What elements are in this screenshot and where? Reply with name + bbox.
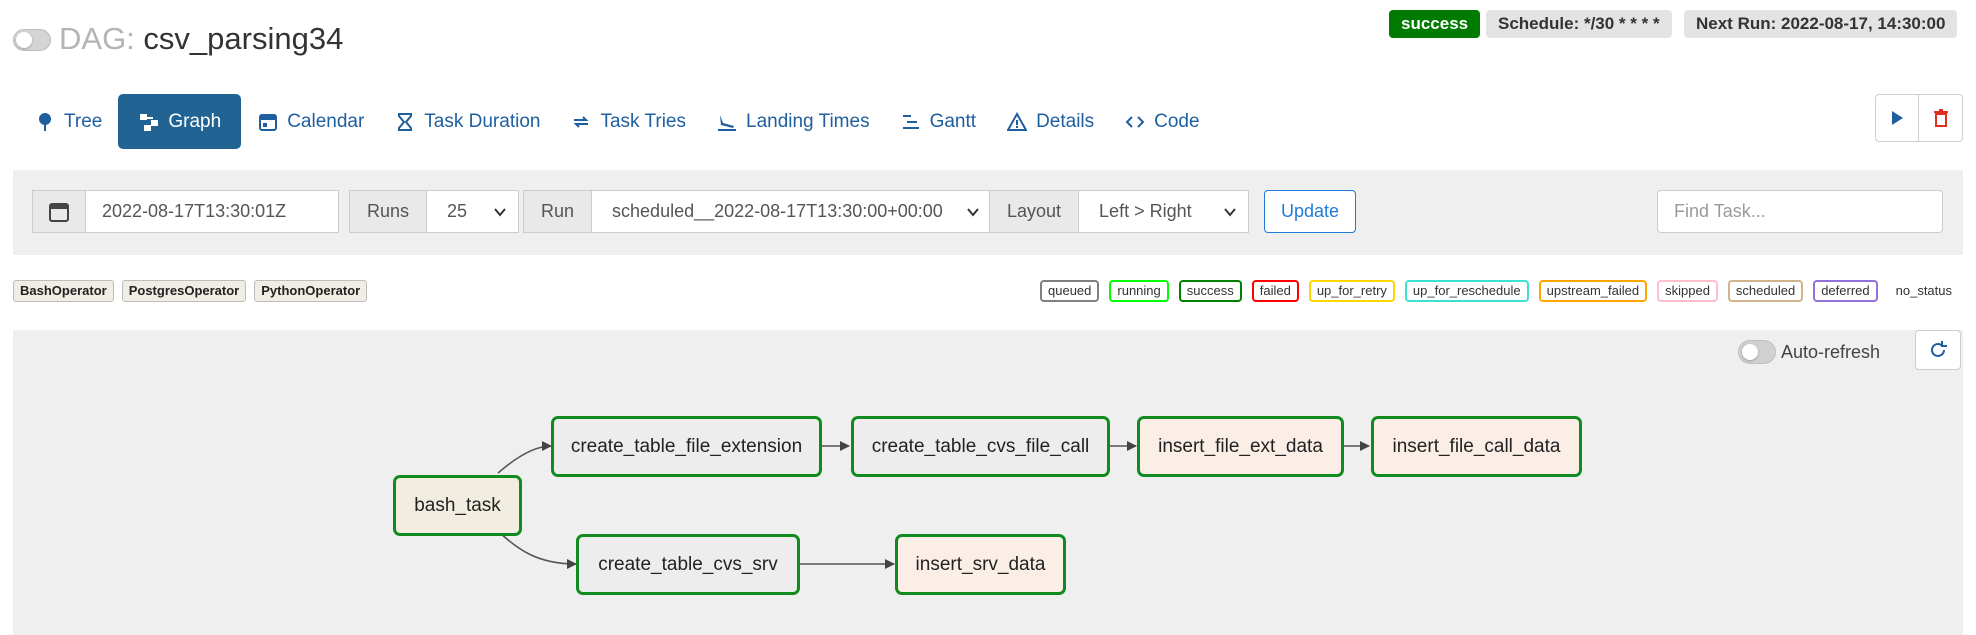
runs-value: 25 — [447, 201, 468, 221]
run-select[interactable]: scheduled__2022-08-17T13:30:00+00:00 — [592, 190, 993, 233]
tab-graph[interactable]: Graph — [118, 94, 242, 149]
task-node-insert-srv-data[interactable]: insert_srv_data — [895, 534, 1066, 595]
view-tabs: Tree Graph Calendar Task Duration Task T… — [20, 94, 1216, 149]
task-node-create-table-file-extension[interactable]: create_table_file_extension — [551, 416, 822, 477]
refresh-icon — [1931, 341, 1947, 357]
state-chip-up-for-retry[interactable]: up_for_retry — [1308, 280, 1395, 302]
tab-label: Task Tries — [600, 110, 686, 132]
dag-id: csv_parsing34 — [143, 21, 344, 56]
graph-icon — [138, 111, 160, 133]
tab-label: Details — [1036, 110, 1095, 132]
base-date-group: 2022-08-17T13:30:01Z — [32, 190, 339, 233]
tab-tree[interactable]: Tree — [20, 94, 116, 149]
filter-bar: 2022-08-17T13:30:01Z Runs 25 Run schedul… — [13, 170, 1963, 255]
calendar-icon — [49, 203, 69, 223]
run-group: Run scheduled__2022-08-17T13:30:00+00:00 — [523, 190, 993, 233]
runs-group: Runs 25 — [349, 190, 520, 233]
toggle-knob — [1742, 344, 1758, 360]
dag-actions — [1875, 94, 1963, 142]
dag-pause-toggle[interactable] — [13, 29, 51, 51]
operator-legend: BashOperator PostgresOperator PythonOper… — [13, 280, 375, 302]
layout-value: Left > Right — [1099, 201, 1192, 221]
task-node-create-table-cvs-file-call[interactable]: create_table_cvs_file_call — [851, 416, 1110, 477]
delete-dag-button[interactable] — [1919, 94, 1963, 142]
tab-landing-times[interactable]: Landing Times — [702, 94, 884, 149]
tab-calendar[interactable]: Calendar — [243, 94, 378, 149]
trigger-dag-button[interactable] — [1875, 94, 1919, 142]
task-node-bash-task[interactable]: bash_task — [393, 475, 522, 536]
next-run-badge: Next Run: 2022-08-17, 14:30:00 — [1684, 10, 1958, 38]
operator-chip-python: PythonOperator — [254, 280, 368, 302]
tab-label: Tree — [64, 110, 103, 132]
find-task-input[interactable]: Find Task... — [1657, 190, 1943, 233]
update-button[interactable]: Update — [1264, 190, 1357, 233]
tab-label: Graph — [168, 110, 222, 132]
state-legend: queued running success failed up_for_ret… — [1030, 280, 1960, 302]
operator-chip-bash: BashOperator — [13, 280, 114, 302]
state-chip-upstream-failed[interactable]: upstream_failed — [1538, 280, 1648, 302]
edge — [498, 372, 549, 446]
tab-label: Gantt — [929, 110, 977, 132]
hourglass-icon — [394, 111, 416, 133]
plane-landing-icon — [716, 111, 738, 133]
edge — [498, 375, 549, 446]
tab-label: Landing Times — [746, 110, 870, 132]
task-node-create-table-cvs-srv[interactable]: create_table_cvs_srv — [576, 534, 800, 595]
state-chip-deferred[interactable]: deferred — [1813, 280, 1878, 302]
auto-refresh-toggle[interactable]: Auto-refresh — [1738, 340, 1880, 364]
tab-task-tries[interactable]: Task Tries — [556, 94, 700, 149]
schedule-badge[interactable]: Schedule: */30 * * * * — [1486, 10, 1672, 38]
gantt-icon — [900, 111, 922, 133]
dag-prefix: DAG: — [59, 21, 135, 56]
chevron-down-icon — [967, 207, 979, 217]
run-label: Run — [523, 190, 593, 233]
tab-task-duration[interactable]: Task Duration — [380, 94, 554, 149]
tab-label: Calendar — [287, 110, 365, 132]
calendar-icon — [257, 111, 279, 133]
refresh-button[interactable] — [1915, 330, 1961, 370]
tab-gantt[interactable]: Gantt — [886, 94, 990, 149]
layout-select[interactable]: Left > Right — [1079, 190, 1250, 233]
tree-pin-icon — [34, 111, 56, 133]
run-value: scheduled__2022-08-17T13:30:00+00:00 — [612, 201, 943, 221]
trash-icon — [1933, 109, 1948, 127]
task-node-insert-file-call-data[interactable]: insert_file_call_data — [1371, 416, 1582, 477]
tab-code[interactable]: Code — [1110, 94, 1213, 149]
tab-label: Code — [1154, 110, 1200, 132]
runs-select[interactable]: 25 — [427, 190, 520, 233]
toggle-knob — [16, 32, 32, 48]
state-chip-queued[interactable]: queued — [1040, 280, 1100, 302]
tab-label: Task Duration — [424, 110, 541, 132]
status-badge: success — [1389, 10, 1481, 38]
page-title: DAG: csv_parsing34 — [59, 20, 343, 58]
layout-group: Layout Left > Right — [989, 190, 1250, 233]
dag-graph-canvas[interactable]: Auto-refresh bash_task create_table_file… — [13, 330, 1963, 635]
state-chip-up-for-reschedule[interactable]: up_for_reschedule — [1404, 280, 1529, 302]
chevron-down-icon — [494, 207, 506, 217]
warning-triangle-icon — [1006, 111, 1028, 133]
toggle-switch[interactable] — [1738, 340, 1776, 364]
base-date-input[interactable]: 2022-08-17T13:30:01Z — [86, 190, 339, 233]
code-icon — [1124, 111, 1146, 133]
retry-icon — [570, 111, 592, 133]
state-chip-running[interactable]: running — [1109, 280, 1169, 302]
state-chip-failed[interactable]: failed — [1251, 280, 1299, 302]
state-chip-skipped[interactable]: skipped — [1657, 280, 1718, 302]
chevron-down-icon — [1224, 207, 1236, 217]
calendar-picker-button[interactable] — [32, 190, 86, 233]
state-chip-scheduled[interactable]: scheduled — [1727, 280, 1804, 302]
play-icon — [1892, 111, 1903, 125]
state-chip-no-status[interactable]: no_status — [1887, 280, 1960, 302]
auto-refresh-label: Auto-refresh — [1781, 341, 1881, 362]
tab-details[interactable]: Details — [992, 94, 1108, 149]
operator-chip-postgres: PostgresOperator — [121, 280, 247, 302]
state-chip-success[interactable]: success — [1178, 280, 1242, 302]
task-node-insert-file-ext-data[interactable]: insert_file_ext_data — [1137, 416, 1344, 477]
runs-label: Runs — [349, 190, 428, 233]
layout-label: Layout — [989, 190, 1080, 233]
